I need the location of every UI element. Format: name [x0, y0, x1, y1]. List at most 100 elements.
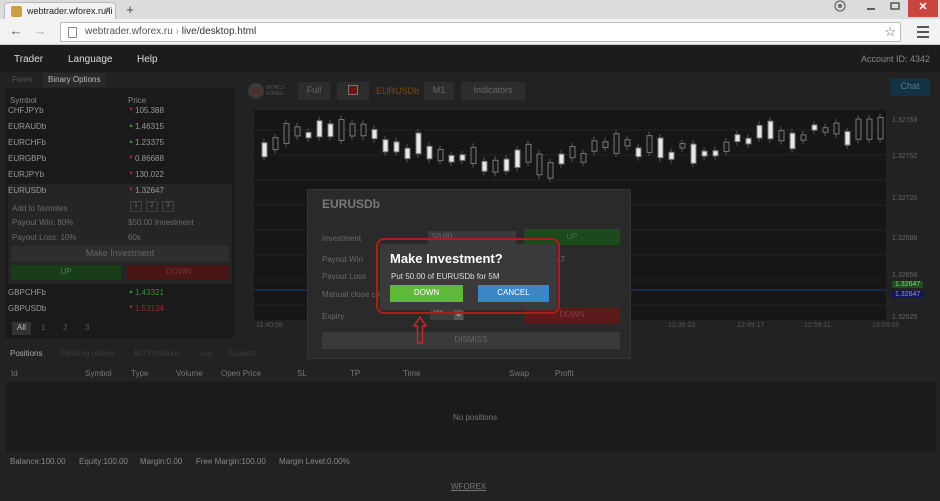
fav-box-2[interactable]: 2: [146, 201, 158, 212]
chat-button[interactable]: Chat: [890, 78, 930, 96]
symbol-row[interactable]: GBPUSDb ▼ 1.53134: [8, 304, 232, 320]
fav-box-3[interactable]: 3: [162, 201, 174, 212]
symbol-price: 130.022: [135, 170, 164, 179]
tab-binary-options[interactable]: Binary Options: [43, 73, 106, 87]
browser-tab[interactable]: webtrader.wforex.ru/li ×: [4, 2, 116, 19]
column-header: Id: [11, 369, 18, 378]
dialog-manual-close-label: Manual close co: [322, 290, 380, 299]
tab-positions[interactable]: Positions: [10, 349, 42, 358]
symbol-price: 1.46315: [135, 122, 164, 131]
nav-language[interactable]: Language: [68, 54, 113, 65]
pager-2[interactable]: 2: [58, 322, 72, 335]
forward-icon[interactable]: →: [32, 23, 48, 39]
new-tab-button[interactable]: +: [121, 2, 139, 17]
bookmark-star-icon[interactable]: ☆: [884, 24, 896, 40]
symbol-row[interactable]: GBPCHFb ▲ 1.43321: [8, 288, 232, 304]
symbol-name: EURJPYb: [8, 170, 45, 179]
confirm-down-button[interactable]: DOWN: [390, 285, 463, 302]
tab-title: webtrader.wforex.ru/li: [27, 6, 113, 16]
symbol-name: EURAUDb: [8, 122, 47, 131]
symbol-price: 0.86688: [135, 154, 164, 163]
minimize-icon[interactable]: [860, 0, 882, 17]
symbol-row[interactable]: EURCHFb ▲ 1.23375: [8, 138, 232, 154]
down-arrow-icon: ▼: [128, 107, 134, 113]
column-header: Swap: [509, 369, 530, 378]
tab-forex[interactable]: Forex: [7, 73, 37, 87]
url-host: webtrader.wforex.ru: [85, 26, 173, 37]
tab-support[interactable]: Support: [228, 349, 256, 358]
symbol-name: EURCHFb: [8, 138, 46, 147]
account-stat: Margin Level:0.00%: [279, 457, 350, 466]
col-symbol: Symbol: [10, 96, 37, 105]
red-arrow-icon: [412, 315, 428, 344]
up-arrow-icon: ▲: [128, 139, 134, 145]
symbol-price: 1.23375: [135, 138, 164, 147]
down-button[interactable]: DOWN: [128, 265, 229, 280]
time-label: 12:59:11: [804, 322, 831, 329]
symbol-name: EURGBPb: [8, 154, 47, 163]
make-investment-button[interactable]: Make Investment: [11, 246, 229, 262]
column-header: Open Price: [221, 369, 262, 378]
pager-all[interactable]: All: [12, 322, 31, 335]
symbol-row[interactable]: EURAUDb ▲ 1.46315: [8, 122, 232, 138]
price-label: 1.32625: [892, 314, 918, 321]
symbol-row[interactable]: EURJPYb ▼ 130.022: [8, 170, 232, 186]
dismiss-button[interactable]: DISMISS: [322, 332, 620, 349]
world-forex-logo: WORLD FOREX: [247, 80, 292, 102]
pager-1[interactable]: 1: [36, 322, 50, 335]
full-button[interactable]: Full: [298, 82, 330, 100]
nav-trader[interactable]: Trader: [14, 54, 43, 65]
browser-menu-icon[interactable]: [915, 23, 931, 39]
address-bar[interactable]: webtrader.wforex.ru › live/desktop.html: [60, 22, 901, 42]
tab-close-icon[interactable]: ×: [105, 5, 110, 15]
dialog-payout-win-label: Payout Win: [322, 255, 363, 264]
column-header: SL: [297, 369, 307, 378]
window-close-icon[interactable]: [908, 0, 938, 17]
price-label: 1.32647: [892, 281, 924, 288]
chart-symbol[interactable]: EURUSDb: [376, 86, 419, 96]
price-label: 1.32656: [892, 272, 918, 279]
profile-icon[interactable]: [833, 0, 847, 17]
column-header: Profit: [555, 369, 574, 378]
color-button[interactable]: [337, 82, 369, 100]
symbol-row[interactable]: EURUSDb ▼ 1.32647: [8, 186, 232, 202]
no-positions: No positions: [453, 413, 498, 422]
add-favorites[interactable]: Add to favorites: [12, 204, 68, 213]
maximize-icon[interactable]: [884, 0, 906, 17]
brand-link[interactable]: WFOREX: [451, 482, 486, 491]
investment-amount: $50.00 Investment: [128, 218, 194, 227]
fav-box-1[interactable]: 1: [130, 201, 142, 212]
tab-pending-orders[interactable]: Pending orders: [60, 349, 114, 358]
tab-log[interactable]: Log: [199, 349, 212, 358]
symbol-row[interactable]: EURGBPb ▼ 0.86688: [8, 154, 232, 170]
down-arrow-icon: ▼: [128, 155, 134, 161]
payout-loss: Payout Loss: 10%: [12, 233, 77, 242]
url-path: live/desktop.html: [181, 26, 257, 37]
price-label: 1.32688: [892, 235, 918, 242]
up-button[interactable]: UP: [11, 265, 121, 280]
back-icon[interactable]: ←: [8, 23, 24, 39]
dialog-expiry-label: Expiry: [322, 312, 345, 321]
nav-help[interactable]: Help: [137, 54, 158, 65]
payout-win: Payout Win: 80%: [12, 218, 74, 227]
symbol-row[interactable]: CHFJPYb ▼ 105.388: [8, 106, 232, 122]
price-label: 1.32763: [892, 117, 918, 124]
timeframe-button[interactable]: M1: [424, 82, 454, 100]
account-stat: Free Margin:100.00: [196, 457, 266, 466]
down-arrow-icon: ▼: [128, 305, 134, 311]
pager-3[interactable]: 3: [80, 322, 94, 335]
dialog-investment-label: Investment: [322, 234, 362, 243]
column-header: Type: [131, 369, 149, 378]
confirm-title: Make Investment?: [390, 251, 503, 266]
tab-bo-positions[interactable]: BO Positions: [134, 349, 180, 358]
symbol-price: 1.53134: [135, 304, 164, 313]
symbol-name: GBPCHFb: [8, 288, 46, 297]
down-arrow-icon: ▼: [128, 187, 134, 193]
down-arrow-icon: ▼: [128, 171, 134, 177]
indicators-button[interactable]: Indicators: [461, 82, 525, 100]
time-label: 12:39:23: [668, 322, 696, 329]
price-label: 1.32720: [892, 195, 918, 202]
account-stat: Equity:100.00: [79, 457, 128, 466]
confirm-cancel-button[interactable]: CANCEL: [478, 285, 549, 302]
symbol-price: 1.43321: [135, 288, 164, 297]
